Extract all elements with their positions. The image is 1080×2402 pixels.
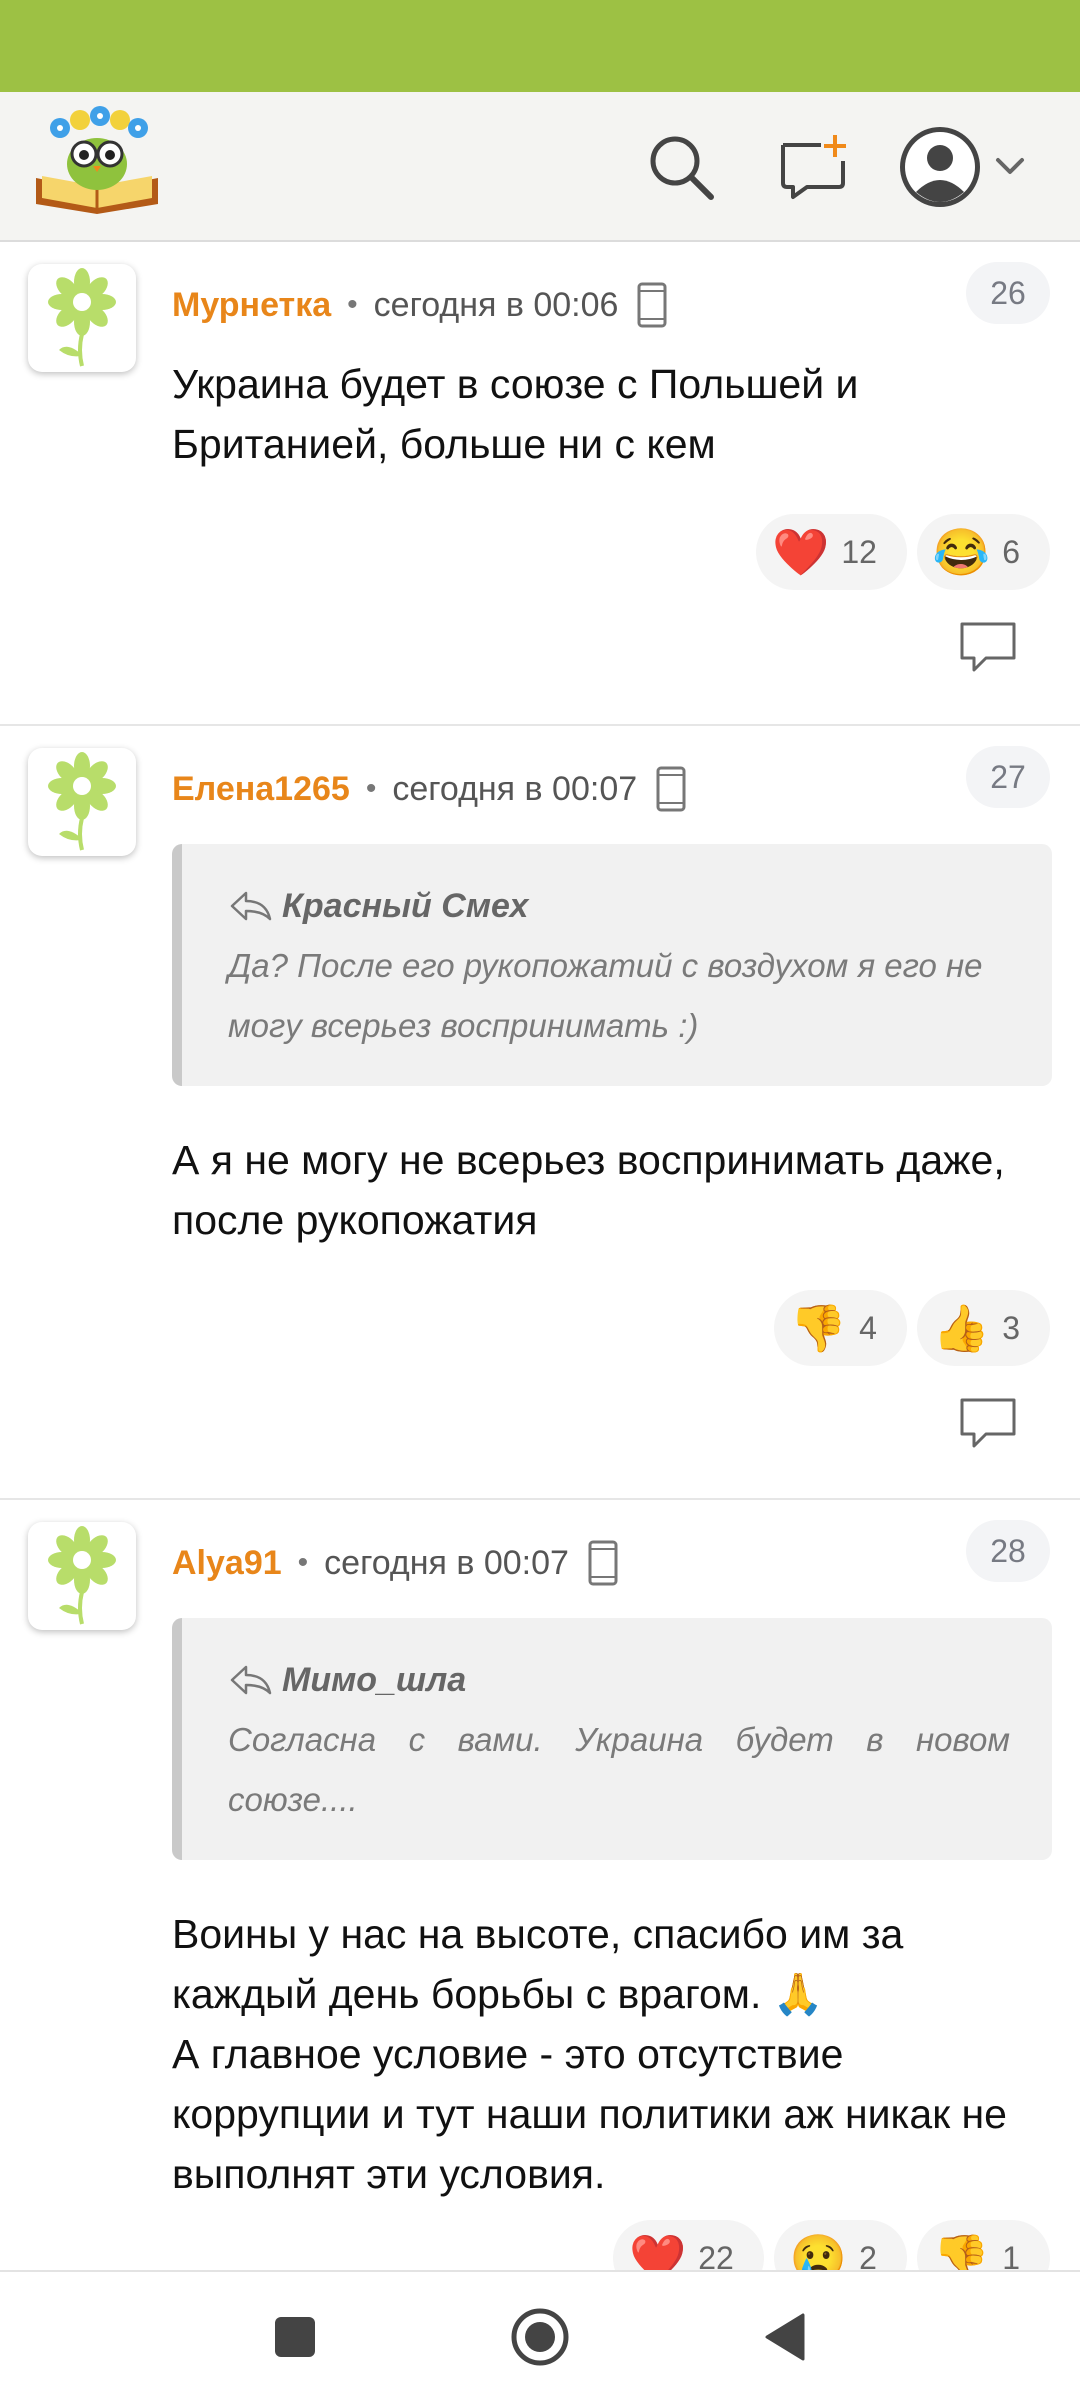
comment-item: Мурнетка • сегодня в 00:06 26 Украина бу…: [0, 242, 1080, 726]
reaction-bar: ❤️ 22 😢 2 👎 1: [612, 2220, 1050, 2271]
profile-menu[interactable]: [894, 122, 1034, 212]
comment-meta: Елена1265 • сегодня в 00:07: [172, 764, 687, 814]
reaction-count: 22: [698, 2239, 734, 2271]
quote-author[interactable]: Красный Смех: [228, 876, 1010, 936]
reaction-count: 2: [859, 2239, 877, 2271]
comment-time: сегодня в 00:07: [392, 769, 638, 808]
laughing-face-icon: 😂: [932, 526, 991, 578]
thumbs-down-icon: 👎: [789, 1302, 848, 1354]
mobile-device-icon: [655, 765, 687, 813]
comment-feed: Мурнетка • сегодня в 00:06 26 Украина бу…: [0, 242, 1080, 2270]
comment-item: Alya91 • сегодня в 00:07 28 Мимо_шла Сог…: [0, 1500, 1080, 2270]
comment-item: Елена1265 • сегодня в 00:07 27 Красный С…: [0, 726, 1080, 1500]
new-post-icon[interactable]: [768, 122, 858, 212]
back-icon[interactable]: [752, 2304, 818, 2370]
comment-meta: Мурнетка • сегодня в 00:06: [172, 280, 668, 330]
reaction-heart[interactable]: ❤️ 22: [612, 2220, 764, 2271]
quote-author-name: Красный Смех: [282, 886, 529, 925]
reaction-bar: 👎 4 👍 3: [773, 1290, 1050, 1366]
reaction-count: 1: [1002, 2239, 1020, 2271]
reaction-heart[interactable]: ❤️ 12: [756, 514, 907, 590]
reaction-count: 6: [1002, 533, 1020, 570]
avatar[interactable]: [28, 748, 136, 856]
search-icon[interactable]: [636, 122, 726, 212]
quote-author-name: Мимо_шла: [282, 1660, 467, 1699]
comment-text: А я не могу не всерьез воспринимать даже…: [172, 1137, 1017, 1243]
sad-face-icon: 😢: [789, 2232, 848, 2270]
reply-arrow-icon: [230, 891, 272, 921]
quote-block: Красный Смех Да? После его рукопожатий с…: [172, 844, 1052, 1086]
comment-text: Воины у нас на высоте, спасибо им за каж…: [172, 1911, 1007, 2197]
comment-author[interactable]: Alya91: [172, 1544, 282, 1583]
quote-text: Согласна с вами. Украина будет в новом с…: [228, 1721, 1010, 1818]
comment-number[interactable]: 27: [966, 746, 1050, 808]
reaction-thumbs-down[interactable]: 👎 4: [773, 1290, 907, 1366]
mobile-device-icon: [587, 1539, 619, 1587]
separator-dot: •: [347, 288, 358, 321]
comment-author[interactable]: Мурнетка: [172, 286, 331, 325]
reply-icon[interactable]: [956, 618, 1020, 674]
separator-dot: •: [365, 772, 377, 805]
mobile-device-icon: [636, 281, 668, 329]
reply-icon[interactable]: [956, 1394, 1020, 1450]
comment-time: сегодня в 00:06: [373, 285, 619, 324]
reaction-thumbs-up[interactable]: 👍 3: [916, 1290, 1050, 1366]
reaction-thumbs-down[interactable]: 👎 1: [916, 2220, 1050, 2271]
reply-arrow-icon: [230, 1665, 272, 1695]
status-bar: [0, 0, 1080, 92]
reaction-count: 12: [841, 533, 877, 570]
reaction-count: 4: [859, 1309, 877, 1346]
avatar[interactable]: [28, 264, 136, 372]
quote-block: Мимо_шла Согласна с вами. Украина будет …: [172, 1618, 1052, 1860]
comment-author[interactable]: Елена1265: [172, 770, 350, 809]
heart-icon: ❤️: [628, 2232, 687, 2270]
home-icon[interactable]: [507, 2304, 573, 2370]
comment-text: Украина будет в союзе с Польшей и Британ…: [172, 361, 870, 467]
thumbs-down-icon: 👎: [932, 2232, 991, 2270]
reaction-bar: ❤️ 12 😂 6: [756, 514, 1050, 590]
reaction-sad[interactable]: 😢 2: [773, 2220, 907, 2271]
quote-text: Да? После его рукопожатий с воздухом я е…: [228, 947, 983, 1044]
comment-time: сегодня в 00:07: [324, 1543, 569, 1582]
site-logo[interactable]: [32, 106, 162, 216]
recent-apps-icon[interactable]: [262, 2304, 328, 2370]
comment-number[interactable]: 28: [966, 1520, 1050, 1582]
comment-meta: Alya91 • сегодня в 00:07: [172, 1538, 619, 1588]
avatar[interactable]: [28, 1522, 136, 1630]
heart-icon: ❤️: [772, 526, 830, 578]
reaction-laugh[interactable]: 😂 6: [916, 514, 1050, 590]
reaction-count: 3: [1002, 1309, 1020, 1346]
app-header: [0, 92, 1080, 242]
system-nav-bar: [0, 2270, 1080, 2402]
separator-dot: •: [297, 1546, 309, 1579]
quote-author[interactable]: Мимо_шла: [228, 1650, 1010, 1710]
thumbs-up-icon: 👍: [932, 1302, 991, 1354]
comment-number[interactable]: 26: [966, 262, 1050, 324]
